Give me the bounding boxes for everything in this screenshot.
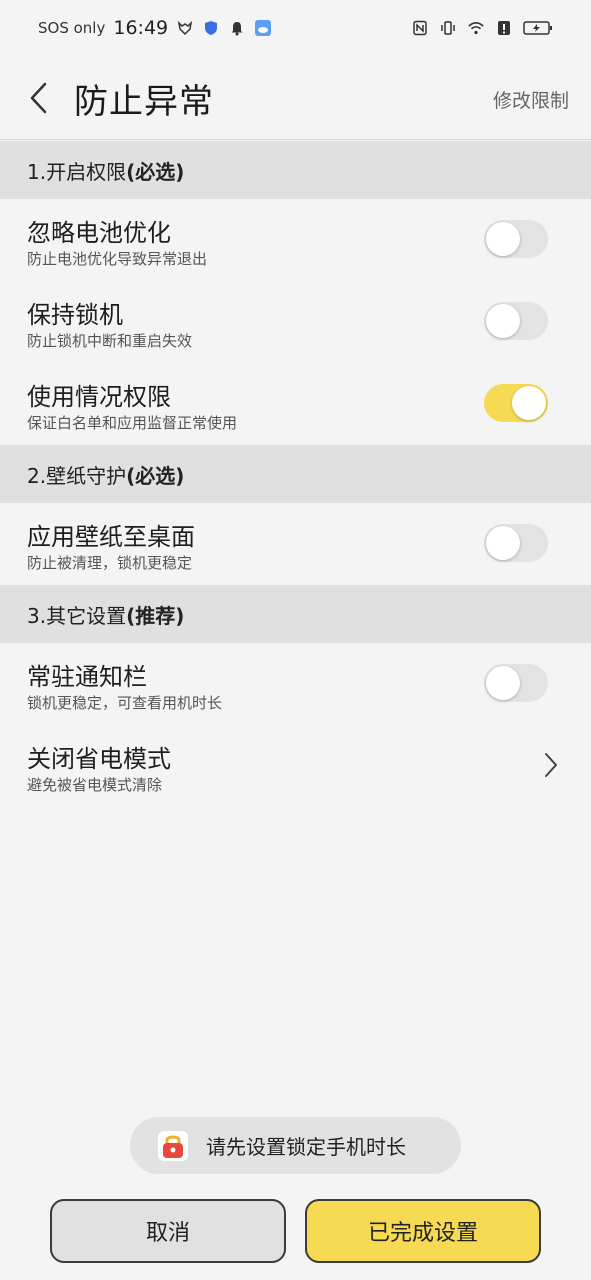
keep-lock-toggle[interactable] <box>484 302 548 340</box>
section-label: 2.壁纸守护 <box>27 463 127 488</box>
done-setup-button[interactable]: 已完成设置 <box>305 1199 541 1263</box>
list-item-disable-power-saving[interactable]: 关闭省电模式 避免被省电模式清除 <box>0 725 591 807</box>
bell-icon <box>228 19 246 37</box>
clock: 16:49 <box>113 17 169 39</box>
alert-icon <box>495 19 513 37</box>
row-subtitle: 锁机更稳定，可查看用机时长 <box>27 694 223 712</box>
row-subtitle: 避免被省电模式清除 <box>27 776 163 794</box>
row-title: 关闭省电模式 <box>27 745 171 773</box>
row-title: 应用壁纸至桌面 <box>27 523 195 551</box>
ignore-battery-optimization-toggle[interactable] <box>484 220 548 258</box>
section-header-other-settings: 3.其它设置 (推荐) <box>0 585 591 643</box>
row-title: 常驻通知栏 <box>27 663 147 691</box>
section-tag: (推荐) <box>126 603 185 628</box>
battery-charging-icon <box>523 19 553 37</box>
section-tag: (必选) <box>126 463 185 488</box>
row-subtitle: 防止电池优化导致异常退出 <box>27 250 208 268</box>
section-label: 1.开启权限 <box>27 159 127 184</box>
row-subtitle: 防止被清理，锁机更稳定 <box>27 554 193 572</box>
app-header: 防止异常 修改限制 <box>0 56 591 140</box>
row-title: 忽略电池优化 <box>27 219 171 247</box>
toast-text: 请先设置锁定手机时长 <box>206 1135 406 1159</box>
section-header-wallpaper: 2.壁纸守护 (必选) <box>0 445 591 503</box>
toast-message: 请先设置锁定手机时长 <box>130 1117 461 1174</box>
list-item-apply-wallpaper[interactable]: 应用壁纸至桌面 防止被清理，锁机更稳定 <box>0 503 591 585</box>
lock-icon <box>158 1130 188 1161</box>
back-button[interactable] <box>18 76 58 120</box>
usage-permission-toggle[interactable] <box>484 384 548 422</box>
wifi-icon <box>467 19 485 37</box>
vibrate-icon <box>439 19 457 37</box>
shield-icon <box>202 19 220 37</box>
chevron-left-icon <box>30 82 47 114</box>
section-label: 3.其它设置 <box>27 603 127 628</box>
weather-icon <box>254 19 272 37</box>
row-subtitle: 保证白名单和应用监督正常使用 <box>27 414 238 432</box>
modify-limit-button[interactable]: 修改限制 <box>493 86 569 113</box>
list-item-usage-permission[interactable]: 使用情况权限 保证白名单和应用监督正常使用 <box>0 363 591 445</box>
list-item-keep-lock[interactable]: 保持锁机 防止锁机中断和重启失效 <box>0 281 591 363</box>
apply-wallpaper-toggle[interactable] <box>484 524 548 562</box>
list-item-ignore-battery-optimization[interactable]: 忽略电池优化 防止电池优化导致异常退出 <box>0 199 591 281</box>
cancel-button[interactable]: 取消 <box>50 1199 286 1263</box>
fox-icon <box>176 19 194 37</box>
list-item-persistent-notification[interactable]: 常驻通知栏 锁机更稳定，可查看用机时长 <box>0 643 591 725</box>
nfc-icon <box>411 19 429 37</box>
row-subtitle: 防止锁机中断和重启失效 <box>27 332 193 350</box>
persistent-notification-toggle[interactable] <box>484 664 548 702</box>
row-title: 保持锁机 <box>27 301 123 329</box>
section-tag: (必选) <box>126 159 185 184</box>
carrier-text: SOS only <box>38 19 106 37</box>
status-bar: SOS only 16:49 <box>0 0 591 56</box>
chevron-right-icon <box>541 750 561 780</box>
row-title: 使用情况权限 <box>27 383 171 411</box>
section-header-permissions: 1.开启权限 (必选) <box>0 141 591 199</box>
page-title: 防止异常 <box>74 82 214 122</box>
